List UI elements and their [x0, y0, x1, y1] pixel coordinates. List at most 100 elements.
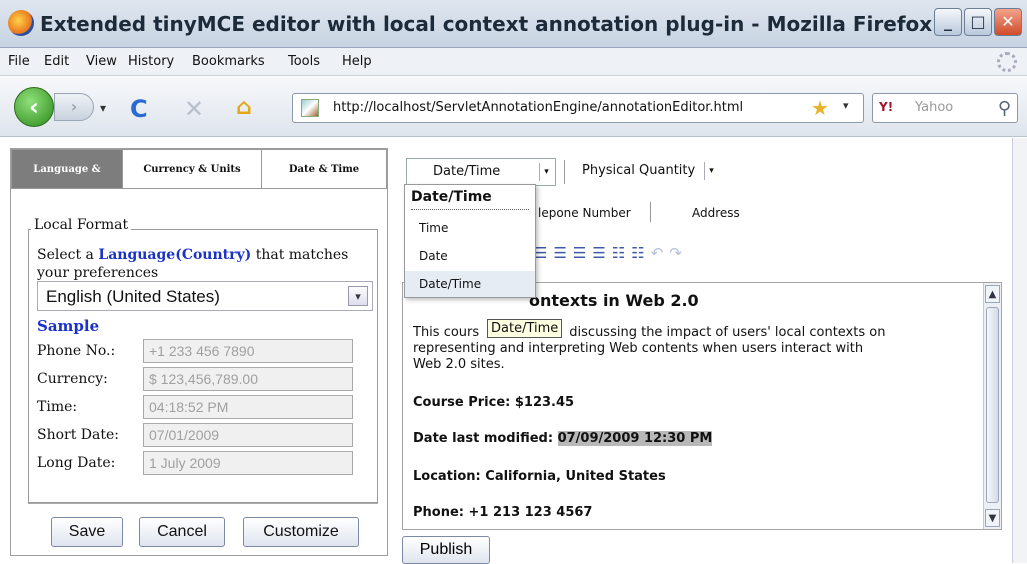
chevron-down-icon[interactable]: ▾: [348, 286, 368, 306]
navigation-toolbar: ‹ › ▾ C ✕ ⌂ http://localhost/ServletAnno…: [0, 77, 1027, 137]
telephone-number-button[interactable]: lepone Number: [538, 206, 631, 220]
editor-scrollbar[interactable]: ▲ ▼: [983, 283, 1001, 529]
dropdown-divider: [411, 209, 529, 210]
scrollbar-thumb[interactable]: [986, 307, 999, 503]
currency-label: Currency:: [37, 371, 108, 387]
minimize-button[interactable]: _: [934, 8, 962, 36]
chevron-down-icon[interactable]: ▾: [539, 163, 553, 181]
stop-icon[interactable]: ✕: [184, 95, 204, 123]
dropdown-option-date[interactable]: Date: [405, 243, 535, 269]
redo-icon[interactable]: ↷: [669, 244, 688, 262]
long-date-label: Long Date:: [37, 455, 116, 471]
physical-quantity-select[interactable]: Physical Quantity ▾: [572, 158, 720, 186]
fieldset-legend: Local Format: [31, 217, 132, 233]
tab-currency-units[interactable]: Currency & Units: [122, 149, 262, 189]
forward-button[interactable]: ›: [54, 93, 94, 121]
menu-bar: File Edit View History Bookmarks Tools H…: [0, 48, 1027, 76]
numbered-list-icon[interactable]: ☷: [631, 244, 650, 262]
customize-button[interactable]: Customize: [243, 517, 359, 547]
annotation-type-value: Date/Time: [433, 164, 501, 179]
annotation-type-select[interactable]: Date/Time ▾: [406, 158, 556, 186]
course-price-text: Course Price: $123.45: [413, 395, 575, 410]
language-select[interactable]: English (United States) ▾: [37, 281, 373, 311]
date-modified-value[interactable]: 07/09/2009 12:30 PM: [557, 431, 713, 446]
page-scrollbar[interactable]: [1012, 138, 1027, 563]
instruction-suffix: that matches: [251, 247, 349, 263]
toolbar-separator: [650, 202, 651, 222]
long-date-sample-field: 1 July 2009: [143, 451, 353, 475]
menu-file[interactable]: File: [8, 54, 30, 69]
instruction-text: Select a Language(Country) that matches: [37, 247, 348, 263]
window-title: Extended tinyMCE editor with local conte…: [40, 12, 933, 36]
menu-history[interactable]: History: [128, 54, 174, 69]
language-select-value: English (United States): [46, 287, 220, 306]
short-date-sample-field: 07/01/2009: [143, 423, 353, 447]
search-box[interactable]: Y! Yahoo ⚲: [872, 93, 1018, 123]
paragraph-start: This cours: [413, 325, 480, 340]
locale-settings-panel: Language & Country Currency & Units Date…: [10, 148, 388, 556]
bookmark-star-icon[interactable]: ★: [811, 96, 829, 120]
tab-language-country[interactable]: Language & Country: [11, 149, 123, 215]
menu-view[interactable]: View: [86, 54, 117, 69]
dropdown-header: Date/Time: [411, 189, 492, 205]
maximize-button[interactable]: □: [964, 8, 992, 36]
dropdown-option-date-time[interactable]: Date/Time: [405, 271, 535, 297]
cancel-button[interactable]: Cancel: [139, 517, 225, 547]
home-icon[interactable]: ⌂: [236, 95, 252, 120]
formatting-toolbar: ☰☰☰☰☷☷↶↷: [534, 244, 688, 262]
currency-sample-field: $ 123,456,789.00: [143, 367, 353, 391]
url-dropdown-icon[interactable]: ▾: [843, 99, 849, 112]
close-button[interactable]: ✕: [994, 8, 1022, 36]
short-date-label: Short Date:: [37, 427, 120, 443]
loading-throbber-icon: [997, 52, 1017, 72]
yahoo-engine-icon[interactable]: Y!: [879, 100, 893, 114]
chevron-down-icon[interactable]: ▾: [704, 162, 718, 180]
menu-bookmarks[interactable]: Bookmarks: [192, 54, 265, 69]
instruction-highlight: Language(Country): [98, 247, 252, 263]
menu-tools[interactable]: Tools: [288, 54, 320, 69]
editor-paragraph-line2: representing and interpreting Web conten…: [413, 341, 864, 356]
page-favicon-icon: [301, 99, 319, 117]
align-right-icon[interactable]: ☰: [573, 244, 592, 262]
back-button[interactable]: ‹: [14, 87, 54, 127]
phone-label: Phone No.:: [37, 343, 116, 359]
justify-icon[interactable]: ☰: [592, 244, 611, 262]
toolbar-separator: [564, 160, 565, 184]
date-time-dropdown-menu: Date/Time Time Date Date/Time: [404, 184, 536, 298]
search-icon[interactable]: ⚲: [998, 98, 1011, 119]
save-button[interactable]: Save: [51, 517, 123, 547]
phone-text: Phone: +1 213 123 4567: [413, 505, 593, 520]
scroll-up-icon[interactable]: ▲: [985, 285, 1000, 303]
history-dropdown-icon[interactable]: ▾: [100, 101, 106, 115]
menu-help[interactable]: Help: [342, 54, 372, 69]
tooltip: Date/Time: [487, 319, 563, 338]
publish-button[interactable]: Publish: [402, 536, 490, 564]
time-label: Time:: [37, 399, 78, 415]
scroll-down-icon[interactable]: ▼: [985, 509, 1000, 527]
url-text[interactable]: http://localhost/ServletAnnotationEngine…: [333, 100, 743, 115]
time-sample-field: 04:18:52 PM: [143, 395, 353, 419]
date-modified-text: Date last modified: 07/09/2009 12:30 PM: [413, 431, 713, 446]
address-button[interactable]: Address: [692, 206, 740, 220]
divider: [28, 503, 378, 504]
url-bar[interactable]: http://localhost/ServletAnnotationEngine…: [292, 93, 864, 123]
search-input[interactable]: Yahoo: [915, 100, 953, 115]
date-modified-label: Date last modified:: [413, 431, 558, 446]
tab-date-time[interactable]: Date & Time: [261, 149, 387, 189]
menu-edit[interactable]: Edit: [44, 54, 69, 69]
firefox-logo-icon: [8, 10, 34, 36]
reload-icon[interactable]: C: [130, 95, 148, 123]
align-center-icon[interactable]: ☰: [553, 244, 572, 262]
instruction-line2: your preferences: [37, 265, 159, 281]
location-text: Location: California, United States: [413, 469, 666, 484]
physical-quantity-value: Physical Quantity: [582, 163, 696, 178]
editor-paragraph-line3: Web 2.0 sites.: [413, 357, 505, 372]
editor-heading: ontexts in Web 2.0: [529, 291, 699, 310]
align-left-icon[interactable]: ☰: [534, 244, 553, 262]
phone-sample-field: +1 233 456 7890: [143, 339, 353, 363]
dropdown-option-time[interactable]: Time: [405, 215, 535, 241]
bullet-list-icon[interactable]: ☷: [612, 244, 631, 262]
instruction-prefix: Select a: [37, 247, 99, 263]
undo-icon[interactable]: ↶: [651, 244, 670, 262]
paragraph-rest: discussing the impact of users' local co…: [565, 325, 886, 340]
